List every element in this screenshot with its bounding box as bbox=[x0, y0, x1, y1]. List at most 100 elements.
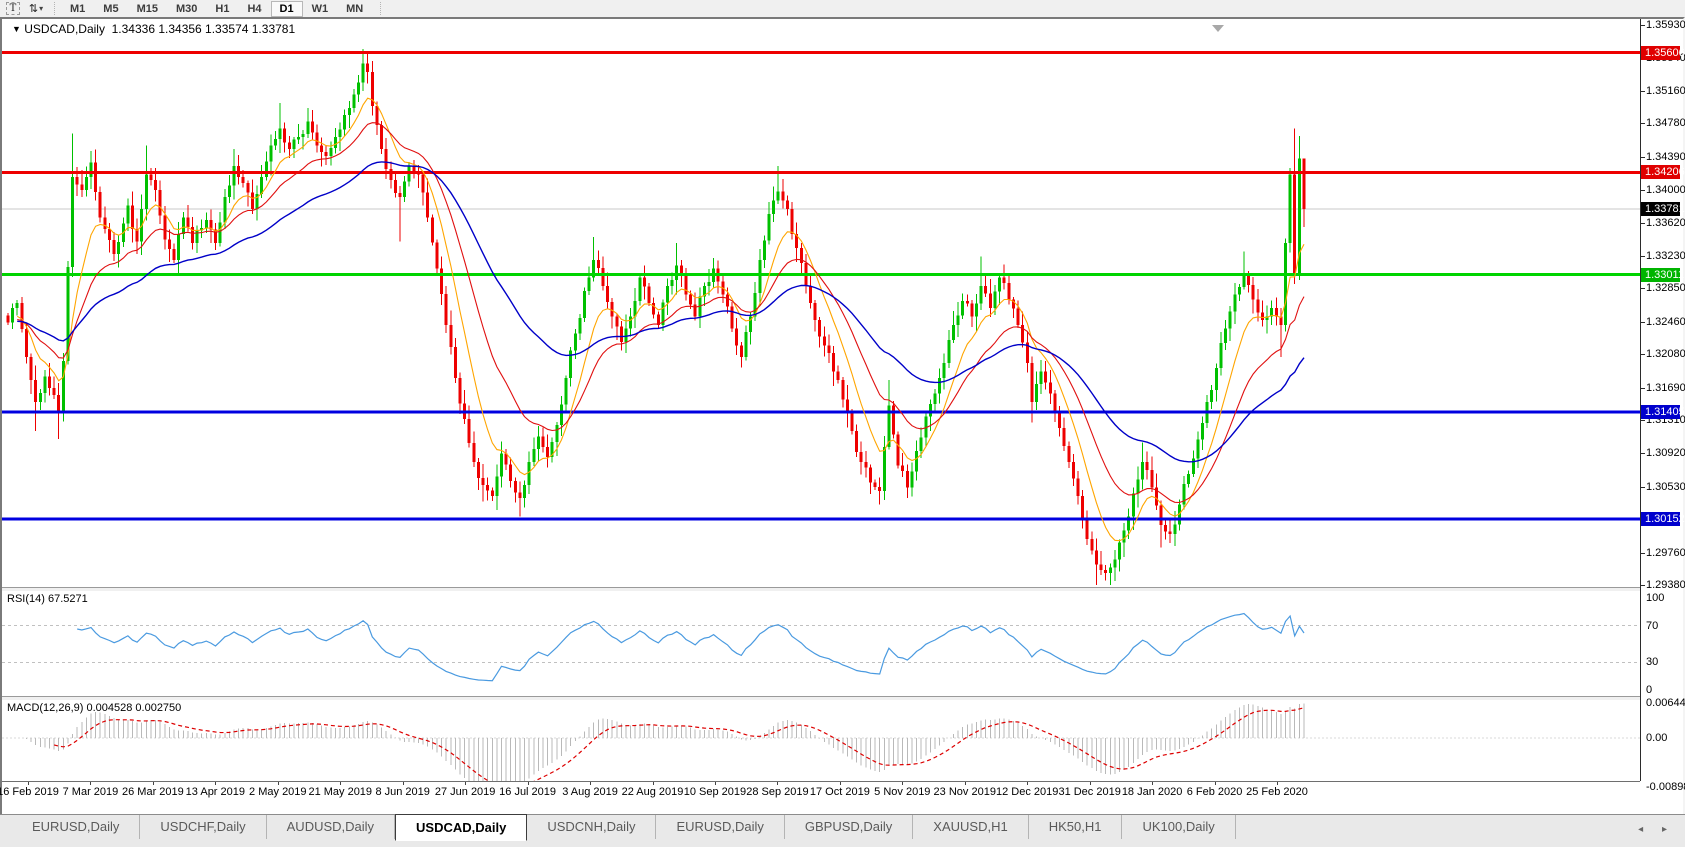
tab-audusd-daily[interactable]: AUDUSD,Daily bbox=[267, 815, 396, 839]
date-axis-tick bbox=[1215, 782, 1216, 785]
price-pane[interactable] bbox=[2, 48, 1640, 586]
date-axis-label: 25 Feb 2020 bbox=[1246, 786, 1308, 798]
price-tick-label: 1.33620 bbox=[1641, 216, 1685, 230]
chart-tab-bar: EURUSD,Daily USDCHF,Daily AUDUSD,Daily U… bbox=[0, 814, 1685, 847]
timeframe-button-m1[interactable]: M1 bbox=[61, 1, 94, 17]
date-axis-label: 16 Feb 2019 bbox=[0, 786, 59, 798]
toolbar-separator bbox=[54, 2, 55, 15]
timeframe-button-h4[interactable]: H4 bbox=[238, 1, 270, 17]
chart-window: ▼ USDCAD,Daily 1.34336 1.34356 1.33574 1… bbox=[0, 17, 1685, 816]
price-tick-label: 1.32460 bbox=[1641, 315, 1685, 329]
rsi-line bbox=[77, 612, 1305, 682]
timeframe-button-h1[interactable]: H1 bbox=[206, 1, 238, 17]
timeframe-button-w1[interactable]: W1 bbox=[303, 1, 338, 17]
date-axis-tick bbox=[278, 782, 279, 785]
macd-indicator-label: MACD(12,26,9) 0.004528 0.002750 bbox=[7, 702, 182, 714]
price-tick-label: 1.29380 bbox=[1641, 578, 1685, 592]
rsi-indicator-label: RSI(14) 67.5271 bbox=[7, 593, 88, 605]
chart-symbol-period: USDCAD,Daily bbox=[24, 22, 105, 36]
price-tag-1.33781: 1.33781 bbox=[1641, 202, 1685, 216]
time-axis[interactable]: 16 Feb 2019 7 Mar 2019 26 Mar 2019 13 Apr 2… bbox=[0, 781, 1640, 811]
tab-xauusd-h1[interactable]: XAUUSD,H1 bbox=[913, 815, 1029, 839]
date-axis-label: 6 Feb 2020 bbox=[1186, 786, 1243, 798]
bear-candle-bodies bbox=[6, 63, 1306, 574]
date-axis-tick bbox=[1277, 782, 1278, 785]
bear-candle-wicks bbox=[7, 54, 1305, 586]
date-axis-label: 5 Nov 2019 bbox=[874, 786, 931, 798]
date-axis-label: 3 Aug 2019 bbox=[562, 786, 618, 798]
date-axis-label: 23 Nov 2019 bbox=[933, 786, 996, 798]
price-tick-label: 1.30920 bbox=[1641, 446, 1685, 460]
date-axis-label: 28 Sep 2019 bbox=[746, 786, 809, 798]
date-axis-label: 16 Jul 2019 bbox=[499, 786, 557, 798]
top-toolbar: T ⇅ ▾ M1 M5 M15 M30 H1 H4 D1 W1 MN bbox=[0, 0, 1685, 18]
price-tick-label: 1.29760 bbox=[1641, 546, 1685, 560]
price-tick-label: 1.32080 bbox=[1641, 347, 1685, 361]
price-tick-label: 1.35930 bbox=[1641, 18, 1685, 32]
tab-usdchf-daily[interactable]: USDCHF,Daily bbox=[140, 815, 267, 839]
tab-usdcnh-daily[interactable]: USDCNH,Daily bbox=[527, 815, 657, 839]
tab-eurusd-daily-2[interactable]: EURUSD,Daily bbox=[656, 815, 785, 839]
timeframe-button-d1[interactable]: D1 bbox=[270, 0, 303, 17]
date-axis-tick bbox=[340, 782, 341, 785]
price-tick-label: 1.33230 bbox=[1641, 249, 1685, 263]
tab-uk100-daily[interactable]: UK100,Daily bbox=[1122, 815, 1236, 839]
timeframe-button-m15[interactable]: M15 bbox=[128, 1, 167, 17]
cursor-tool-button[interactable]: ⇅ ▾ bbox=[26, 1, 46, 16]
date-axis-tick bbox=[1152, 782, 1153, 785]
toolbar-separator bbox=[380, 2, 382, 15]
macd-scale-label: 0.00 bbox=[1646, 732, 1668, 744]
date-axis-label: 22 Aug 2019 bbox=[621, 786, 684, 798]
price-axis[interactable]: 1.359301.355401.351601.347801.343901.340… bbox=[1640, 19, 1685, 793]
rsi-scale-label: 0 bbox=[1646, 684, 1653, 696]
moving-average-9 bbox=[16, 97, 1305, 542]
chart-canvas[interactable] bbox=[2, 19, 1640, 781]
price-tick-label: 1.31690 bbox=[1641, 381, 1685, 395]
tab-scroll-arrows[interactable]: ◂ ▸ bbox=[1638, 824, 1675, 835]
date-axis-label: 18 Jan 2020 bbox=[1121, 786, 1183, 798]
cursor-tool-icon: ⇅ bbox=[28, 3, 39, 15]
date-axis-tick bbox=[28, 782, 29, 785]
price-tag-1.35606: 1.35606 bbox=[1641, 46, 1685, 60]
price-tick-label: 1.34000 bbox=[1641, 183, 1685, 197]
timeframe-button-m5[interactable]: M5 bbox=[94, 1, 127, 17]
date-axis-tick bbox=[777, 782, 778, 785]
chart-shift-marker-icon[interactable] bbox=[1212, 25, 1224, 32]
date-axis-tick bbox=[215, 782, 216, 785]
date-axis-tick bbox=[590, 782, 591, 785]
macd-pane[interactable] bbox=[2, 703, 1640, 782]
date-axis-tick bbox=[653, 782, 654, 785]
date-axis-tick bbox=[1027, 782, 1028, 785]
price-tag-1.34206: 1.34206 bbox=[1641, 165, 1685, 179]
rsi-scale-label: 30 bbox=[1646, 656, 1659, 668]
timeframe-button-m30[interactable]: M30 bbox=[167, 1, 206, 17]
tab-usdcad-daily[interactable]: USDCAD,Daily bbox=[395, 814, 528, 841]
price-tag-1.31405: 1.31405 bbox=[1641, 405, 1685, 419]
macd-scale-label: -0.008982 bbox=[1646, 781, 1685, 793]
date-axis-tick bbox=[153, 782, 154, 785]
tab-hk50-h1[interactable]: HK50,H1 bbox=[1029, 815, 1123, 839]
text-tool-button[interactable]: T bbox=[3, 1, 23, 16]
date-axis-tick bbox=[403, 782, 404, 785]
date-axis-tick bbox=[90, 782, 91, 785]
moving-average-50 bbox=[17, 161, 1305, 463]
price-tick-label: 1.32850 bbox=[1641, 281, 1685, 295]
moving-average-21 bbox=[17, 122, 1305, 504]
price-tick-label: 1.30530 bbox=[1641, 480, 1685, 494]
date-axis-tick bbox=[840, 782, 841, 785]
date-axis-label: 21 May 2019 bbox=[308, 786, 373, 798]
pane-separator[interactable] bbox=[2, 696, 1640, 700]
price-tick-label: 1.34780 bbox=[1641, 116, 1685, 130]
pane-separator[interactable] bbox=[2, 587, 1640, 591]
date-axis-tick bbox=[715, 782, 716, 785]
date-axis-label: 8 Jun 2019 bbox=[375, 786, 430, 798]
price-tick-label: 1.35160 bbox=[1641, 84, 1685, 98]
timeframe-button-mn[interactable]: MN bbox=[337, 1, 372, 17]
bull-candle-bodies bbox=[11, 63, 1301, 574]
macd-histogram bbox=[25, 703, 1305, 781]
tab-gbpusd-daily[interactable]: GBPUSD,Daily bbox=[785, 815, 914, 839]
bull-candle-wicks bbox=[12, 48, 1300, 585]
rsi-scale-label: 70 bbox=[1646, 620, 1659, 632]
rsi-pane[interactable] bbox=[2, 612, 1640, 682]
tab-eurusd-daily-1[interactable]: EURUSD,Daily bbox=[12, 815, 141, 839]
